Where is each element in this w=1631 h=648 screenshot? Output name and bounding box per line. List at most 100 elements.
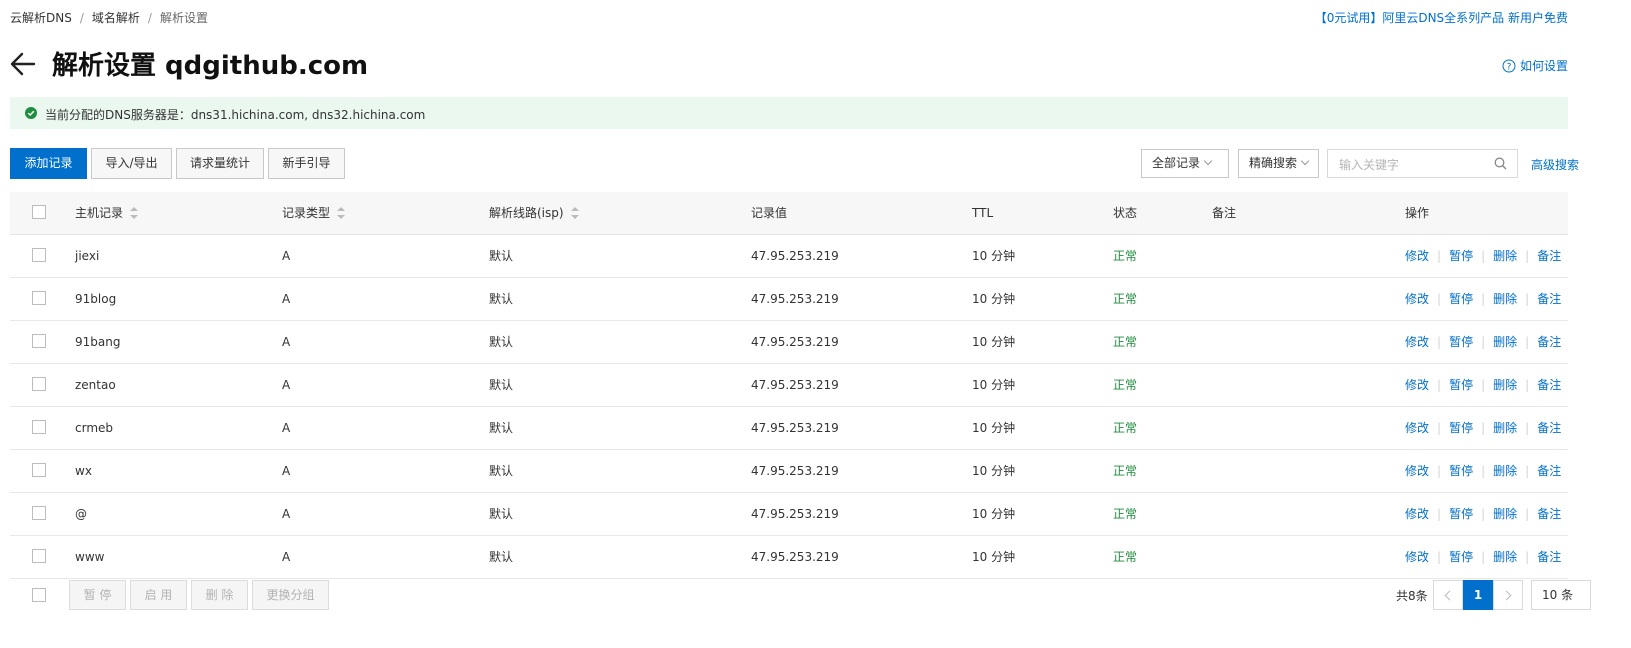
advanced-search-link[interactable]: 高级搜索 — [1531, 156, 1579, 173]
action-divider: | — [1437, 421, 1442, 435]
action-divider: | — [1481, 335, 1486, 349]
column-header-type-label: 记录类型 — [282, 206, 331, 220]
cell-status: 正常 — [1113, 550, 1138, 564]
edit-link[interactable]: 修改 — [1405, 249, 1429, 263]
footer-select-all-checkbox[interactable] — [32, 588, 46, 602]
row-checkbox[interactable] — [32, 420, 46, 434]
action-divider: | — [1525, 550, 1530, 564]
row-checkbox[interactable] — [32, 248, 46, 262]
page-size-select[interactable]: 10 条 — [1531, 580, 1591, 610]
cell-status: 正常 — [1113, 421, 1138, 435]
edit-link[interactable]: 修改 — [1405, 464, 1429, 478]
edit-link[interactable]: 修改 — [1405, 292, 1429, 306]
help-link[interactable]: ? 如何设置 — [1502, 57, 1568, 74]
row-checkbox[interactable] — [32, 549, 46, 563]
column-header-line[interactable]: 解析线路(isp) — [489, 192, 579, 234]
remark-link[interactable]: 备注 — [1537, 550, 1561, 564]
pause-link[interactable]: 暂停 — [1449, 335, 1473, 349]
pause-link[interactable]: 暂停 — [1449, 249, 1473, 263]
breadcrumb-separator: / — [79, 11, 84, 25]
notice-text: 当前分配的DNS服务器是：dns31.hichina.com, dns32.hi… — [45, 108, 426, 122]
breadcrumb-item-current: 解析设置 — [159, 11, 208, 25]
column-header-status: 状态 — [1113, 206, 1138, 220]
record-filter-select[interactable]: 全部记录 — [1141, 149, 1229, 178]
remark-link[interactable]: 备注 — [1537, 292, 1561, 306]
table-row: 91bang A 默认 47.95.253.219 10 分钟 正常 修改 | 暂停 | 删除 | 备注 — [10, 321, 1568, 364]
cell-ttl: 10 分钟 — [972, 292, 1016, 306]
cell-host: @ — [75, 507, 87, 521]
column-header-ops: 操作 — [1405, 206, 1430, 220]
sort-icon[interactable] — [570, 207, 579, 219]
edit-link[interactable]: 修改 — [1405, 335, 1429, 349]
delete-link[interactable]: 删除 — [1493, 249, 1517, 263]
sort-icon[interactable] — [130, 207, 139, 219]
search-input[interactable] — [1337, 151, 1491, 178]
breadcrumb-item-domain[interactable]: 域名解析 — [92, 11, 140, 25]
next-page-button[interactable] — [1493, 580, 1523, 610]
breadcrumb-item-dns[interactable]: 云解析DNS — [10, 11, 72, 25]
cell-value: 47.95.253.219 — [751, 292, 839, 306]
table-header-row: 主机记录 记录类型 解析线路(isp) 记录值 TTL 状态 备注 操作 — [10, 192, 1568, 235]
pause-link[interactable]: 暂停 — [1449, 378, 1473, 392]
pause-link[interactable]: 暂停 — [1449, 507, 1473, 521]
remark-link[interactable]: 备注 — [1537, 421, 1561, 435]
cell-host: jiexi — [75, 249, 100, 263]
delete-link[interactable]: 删除 — [1493, 507, 1517, 521]
beginner-guide-button[interactable]: 新手引导 — [268, 148, 345, 179]
batch-delete-button[interactable]: 删 除 — [191, 580, 248, 610]
row-checkbox[interactable] — [32, 463, 46, 477]
column-header-host[interactable]: 主机记录 — [75, 192, 139, 234]
add-record-button[interactable]: 添加记录 — [10, 148, 87, 179]
delete-link[interactable]: 删除 — [1493, 550, 1517, 564]
action-divider: | — [1481, 550, 1486, 564]
delete-link[interactable]: 删除 — [1493, 421, 1517, 435]
batch-pause-button[interactable]: 暂 停 — [69, 580, 126, 610]
cell-ttl: 10 分钟 — [972, 421, 1016, 435]
batch-enable-button[interactable]: 启 用 — [130, 580, 187, 610]
cell-type: A — [282, 249, 291, 263]
chevron-left-icon — [1444, 590, 1455, 601]
row-actions: 修改 | 暂停 | 删除 | 备注 — [1405, 407, 1561, 449]
request-stats-button[interactable]: 请求量统计 — [176, 148, 264, 179]
back-arrow-icon[interactable] — [10, 50, 36, 78]
edit-link[interactable]: 修改 — [1405, 378, 1429, 392]
row-checkbox[interactable] — [32, 377, 46, 391]
select-all-checkbox[interactable] — [32, 205, 46, 219]
edit-link[interactable]: 修改 — [1405, 507, 1429, 521]
change-group-button[interactable]: 更换分组 — [252, 580, 329, 610]
delete-link[interactable]: 删除 — [1493, 292, 1517, 306]
row-checkbox[interactable] — [32, 291, 46, 305]
action-divider: | — [1437, 464, 1442, 478]
sort-icon[interactable] — [337, 207, 346, 219]
import-export-button[interactable]: 导入/导出 — [91, 148, 172, 179]
row-actions: 修改 | 暂停 | 删除 | 备注 — [1405, 278, 1561, 320]
match-mode-select[interactable]: 精确搜索 — [1238, 149, 1319, 178]
edit-link[interactable]: 修改 — [1405, 550, 1429, 564]
remark-link[interactable]: 备注 — [1537, 335, 1561, 349]
delete-link[interactable]: 删除 — [1493, 378, 1517, 392]
edit-link[interactable]: 修改 — [1405, 421, 1429, 435]
pause-link[interactable]: 暂停 — [1449, 550, 1473, 564]
pause-link[interactable]: 暂停 — [1449, 464, 1473, 478]
remark-link[interactable]: 备注 — [1537, 249, 1561, 263]
row-checkbox[interactable] — [32, 334, 46, 348]
delete-link[interactable]: 删除 — [1493, 335, 1517, 349]
remark-link[interactable]: 备注 — [1537, 507, 1561, 521]
cell-host: 91bang — [75, 335, 121, 349]
table-row: @ A 默认 47.95.253.219 10 分钟 正常 修改 | 暂停 | 删除 | 备注 — [10, 493, 1568, 536]
delete-link[interactable]: 删除 — [1493, 464, 1517, 478]
remark-link[interactable]: 备注 — [1537, 464, 1561, 478]
pause-link[interactable]: 暂停 — [1449, 421, 1473, 435]
remark-link[interactable]: 备注 — [1537, 378, 1561, 392]
action-divider: | — [1525, 421, 1530, 435]
cell-ttl: 10 分钟 — [972, 550, 1016, 564]
row-checkbox[interactable] — [32, 506, 46, 520]
column-header-type[interactable]: 记录类型 — [282, 192, 346, 234]
pause-link[interactable]: 暂停 — [1449, 292, 1473, 306]
search-box — [1327, 149, 1518, 178]
promo-link[interactable]: 【0元试用】阿里云DNS全系列产品 新用户免费 — [1315, 9, 1568, 26]
page-number-current[interactable]: 1 — [1463, 580, 1493, 610]
cell-status: 正常 — [1113, 292, 1138, 306]
search-icon[interactable] — [1494, 157, 1507, 170]
prev-page-button[interactable] — [1433, 580, 1463, 610]
